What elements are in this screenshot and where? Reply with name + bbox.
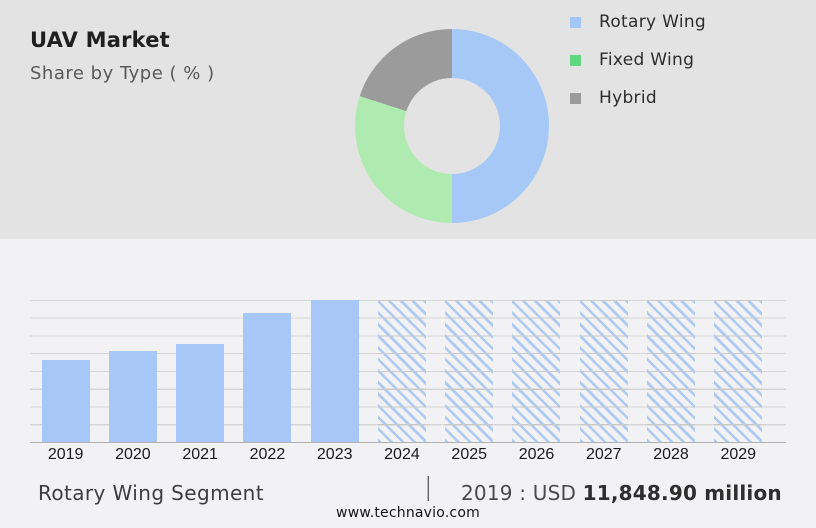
bar-slot-2026 xyxy=(503,300,570,442)
x-label-2027: 2027 xyxy=(585,446,622,463)
legend-label: Fixed Wing xyxy=(599,50,695,70)
bar-slot-2024 xyxy=(368,300,435,442)
x-label-2026: 2026 xyxy=(518,446,555,463)
donut-hole xyxy=(404,78,500,174)
bar-slot-2029 xyxy=(705,300,772,442)
bar-2020 xyxy=(108,351,157,442)
x-label-2025: 2025 xyxy=(451,446,488,463)
legend-item-hybrid: Hybrid xyxy=(570,88,706,108)
x-label-2020: 2020 xyxy=(115,446,151,463)
x-label-2024: 2024 xyxy=(384,446,420,463)
legend-swatch xyxy=(570,54,581,66)
bar-2029 xyxy=(714,300,763,442)
bar-slot-2023 xyxy=(301,300,368,442)
caption-separator: | xyxy=(424,472,433,501)
legend-swatch xyxy=(570,92,581,104)
bar-slot-2025 xyxy=(436,300,503,442)
title-block: UAV Market Share by Type ( % ) xyxy=(30,28,215,84)
header-section: UAV Market Share by Type ( % ) Rotary Wi… xyxy=(0,0,816,239)
bar-2023 xyxy=(310,300,359,442)
legend-swatch xyxy=(570,16,581,28)
bar-2028 xyxy=(647,300,696,442)
footer-url: www.technavio.com xyxy=(336,505,480,521)
bar-2022 xyxy=(243,313,292,442)
bar-slot-2021 xyxy=(167,300,234,442)
x-label-2019: 2019 xyxy=(47,446,84,463)
bar-2019 xyxy=(41,359,90,442)
bar-chart xyxy=(30,300,786,443)
bar-2021 xyxy=(176,344,225,442)
infographic-page: UAV Market Share by Type ( % ) Rotary Wi… xyxy=(0,0,816,528)
bar-slot-2022 xyxy=(234,300,301,442)
value-prefix: 2019 : USD xyxy=(461,481,583,505)
x-label-2022: 2022 xyxy=(249,446,286,463)
bar-slot-2020 xyxy=(99,300,166,442)
page-title: UAV Market xyxy=(30,28,170,52)
bar-2026 xyxy=(512,300,561,442)
segment-caption: Rotary Wing Segment xyxy=(38,481,264,505)
legend: Rotary Wing Fixed Wing Hybrid xyxy=(570,12,707,127)
bar-slot-2019 xyxy=(32,300,99,442)
donut-chart xyxy=(355,29,549,223)
page-subtitle: Share by Type ( % ) xyxy=(30,63,215,84)
x-label-2029: 2029 xyxy=(720,446,757,463)
bar-series xyxy=(32,300,772,442)
x-label-2023: 2023 xyxy=(316,446,353,463)
x-axis-labels: 2019 2020 2021 2022 2023 2024 2025 2026 2027 2028… xyxy=(32,446,772,464)
bar-slot-2028 xyxy=(637,300,704,442)
legend-item-rotary-wing: Rotary Wing xyxy=(570,12,707,32)
value-amount: 11,848.90 million xyxy=(582,481,782,505)
legend-label: Rotary Wing xyxy=(599,12,707,32)
legend-item-fixed-wing: Fixed Wing xyxy=(570,50,706,70)
bar-2027 xyxy=(579,300,628,442)
legend-label: Hybrid xyxy=(599,88,657,108)
x-label-2028: 2028 xyxy=(653,446,689,463)
bar-2025 xyxy=(445,300,494,442)
bar-slot-2027 xyxy=(570,300,637,442)
value-caption: 2019 : USD 11,848.90 million xyxy=(461,481,782,505)
x-label-2021: 2021 xyxy=(182,446,218,463)
bar-2024 xyxy=(377,300,426,442)
